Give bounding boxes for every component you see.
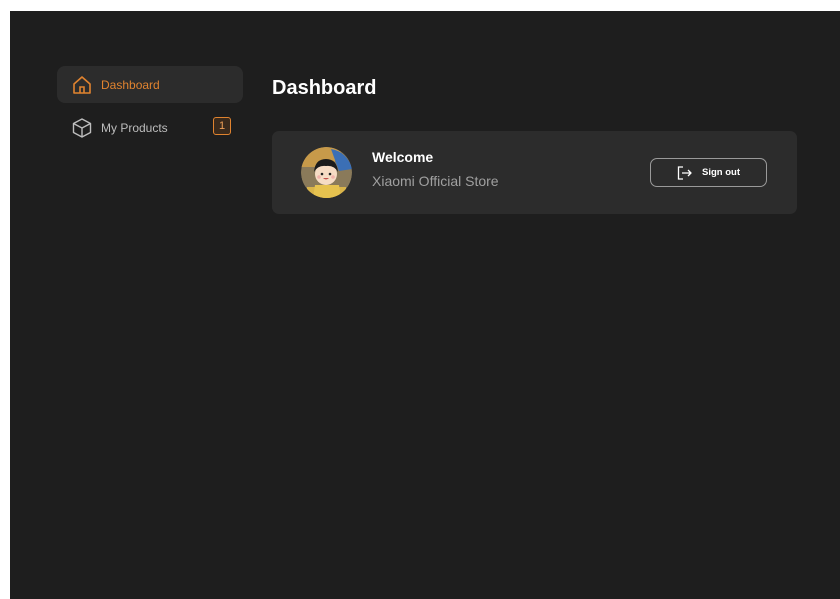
sign-out-icon xyxy=(677,165,693,180)
welcome-title: Welcome xyxy=(372,149,434,165)
page-title: Dashboard xyxy=(272,77,377,99)
count-badge: 1 xyxy=(213,117,231,135)
sidebar-item-my-products[interactable]: My Products 1 xyxy=(57,109,243,146)
sidebar: Dashboard My Products 1 xyxy=(57,66,243,152)
sidebar-item-dashboard[interactable]: Dashboard xyxy=(57,66,243,103)
box-icon xyxy=(71,117,93,139)
welcome-card: Welcome Xiaomi Official Store Sign out xyxy=(272,131,797,214)
sidebar-item-label: Dashboard xyxy=(101,77,160,92)
sign-out-label: Sign out xyxy=(702,167,740,178)
store-name: Xiaomi Official Store xyxy=(372,173,499,189)
avatar xyxy=(301,147,352,198)
sidebar-item-label: My Products xyxy=(101,120,168,135)
welcome-text: Welcome Xiaomi Official Store xyxy=(372,149,499,189)
sign-out-button[interactable]: Sign out xyxy=(650,158,767,187)
app-window: Dashboard My Products 1 Dashboard Welcom… xyxy=(10,11,840,599)
home-icon xyxy=(71,74,93,96)
